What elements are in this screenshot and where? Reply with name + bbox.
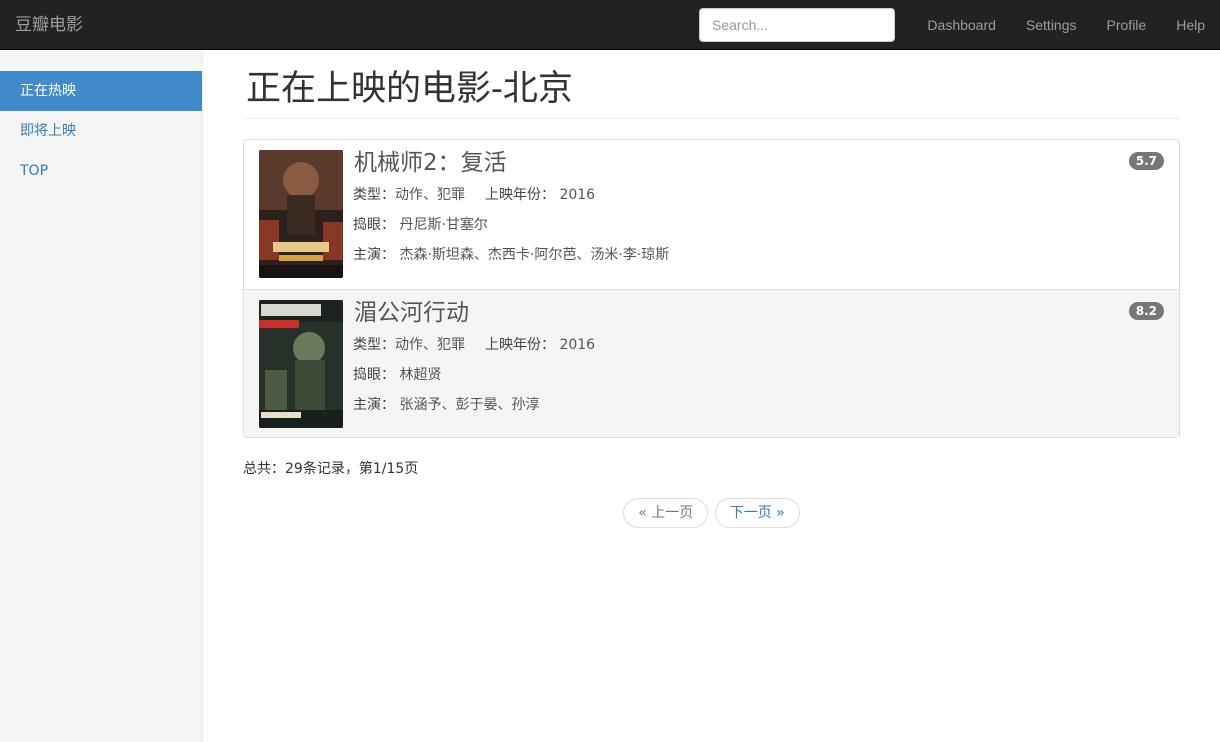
nav-settings-link[interactable]: Settings xyxy=(1011,0,1092,50)
movie-cast-names: 张涵予、彭于晏、孙淳 xyxy=(399,397,540,413)
movie-director: 捣眼： 林超贤 xyxy=(353,360,1164,390)
genre-label: 类型： xyxy=(353,337,395,353)
movie-year: 2016 xyxy=(559,187,596,203)
movie-director: 捣眼： 丹尼斯·甘塞尔 xyxy=(353,210,1164,240)
movie-cast-names: 杰森·斯坦森、杰西卡·阿尔芭、汤米·李·琼斯 xyxy=(399,247,670,263)
movie-cast: 主演： 张涵予、彭于晏、孙淳 xyxy=(353,390,1164,420)
pager: « 上一页 下一页 » xyxy=(243,498,1180,528)
page-title: 正在上映的电影-北京 xyxy=(243,50,1180,119)
sidebar-item-top[interactable]: TOP xyxy=(0,151,202,191)
nav-help-link[interactable]: Help xyxy=(1161,0,1220,50)
director-label: 捣眼： xyxy=(353,217,395,233)
sidebar-item-coming-soon[interactable]: 即将上映 xyxy=(0,111,202,151)
top-navbar: 豆瓣电影 Dashboard Settings Profile Help xyxy=(0,0,1220,50)
sidebar: 正在热映 即将上映 TOP xyxy=(0,50,203,742)
movie-genre-year: 类型：动作、犯罪 上映年份： 2016 xyxy=(353,180,1164,210)
cast-label: 主演： xyxy=(353,397,395,413)
genre-label: 类型： xyxy=(353,187,395,203)
movie-info: 机械师2：复活 类型：动作、犯罪 上映年份： 2016 捣眼： 丹尼斯·甘塞尔 主… xyxy=(353,148,1164,270)
next-page-button[interactable]: 下一页 » xyxy=(714,498,800,528)
movie-year: 2016 xyxy=(559,337,596,353)
list-item[interactable]: 机械师2：复活 类型：动作、犯罪 上映年份： 2016 捣眼： 丹尼斯·甘塞尔 主… xyxy=(244,140,1179,289)
movie-poster[interactable] xyxy=(259,150,343,278)
movie-info: 湄公河行动 类型：动作、犯罪 上映年份： 2016 捣眼： 林超贤 主演： 张涵予… xyxy=(353,298,1164,420)
movie-title[interactable]: 机械师2：复活 xyxy=(354,148,1164,178)
nav-profile-link[interactable]: Profile xyxy=(1092,0,1162,50)
pagination-summary: 总共：29条记录，第1/15页 xyxy=(243,461,419,477)
movie-title[interactable]: 湄公河行动 xyxy=(354,298,1164,328)
nav-links: Dashboard Settings Profile Help xyxy=(912,0,1220,50)
movie-list: 机械师2：复活 类型：动作、犯罪 上映年份： 2016 捣眼： 丹尼斯·甘塞尔 主… xyxy=(243,139,1180,438)
movie-genres: 动作、犯罪 xyxy=(395,187,465,203)
director-label: 捣眼： xyxy=(353,367,395,383)
year-label: 上映年份： xyxy=(485,187,555,203)
prev-page-button[interactable]: « 上一页 xyxy=(623,498,709,528)
brand-logo[interactable]: 豆瓣电影 xyxy=(15,0,83,50)
movie-poster[interactable] xyxy=(259,300,343,428)
sidebar-item-now-playing[interactable]: 正在热映 xyxy=(0,71,202,111)
list-item[interactable]: 湄公河行动 类型：动作、犯罪 上映年份： 2016 捣眼： 林超贤 主演： 张涵予… xyxy=(244,289,1179,437)
movie-genres: 动作、犯罪 xyxy=(395,337,465,353)
year-label: 上映年份： xyxy=(485,337,555,353)
rating-badge: 5.7 xyxy=(1128,152,1164,170)
main-content: 正在上映的电影-北京 机械师2：复活 类型：动作、犯罪 上映年份： 2016 捣… xyxy=(243,50,1180,528)
movie-genre-year: 类型：动作、犯罪 上映年份： 2016 xyxy=(353,330,1164,360)
search-input[interactable] xyxy=(699,8,895,42)
nav-dashboard-link[interactable]: Dashboard xyxy=(912,0,1011,50)
movie-director-name: 丹尼斯·甘塞尔 xyxy=(399,217,488,233)
cast-label: 主演： xyxy=(353,247,395,263)
movie-cast: 主演： 杰森·斯坦森、杰西卡·阿尔芭、汤米·李·琼斯 xyxy=(353,240,1164,270)
movie-director-name: 林超贤 xyxy=(399,367,442,383)
rating-badge: 8.2 xyxy=(1128,302,1164,320)
